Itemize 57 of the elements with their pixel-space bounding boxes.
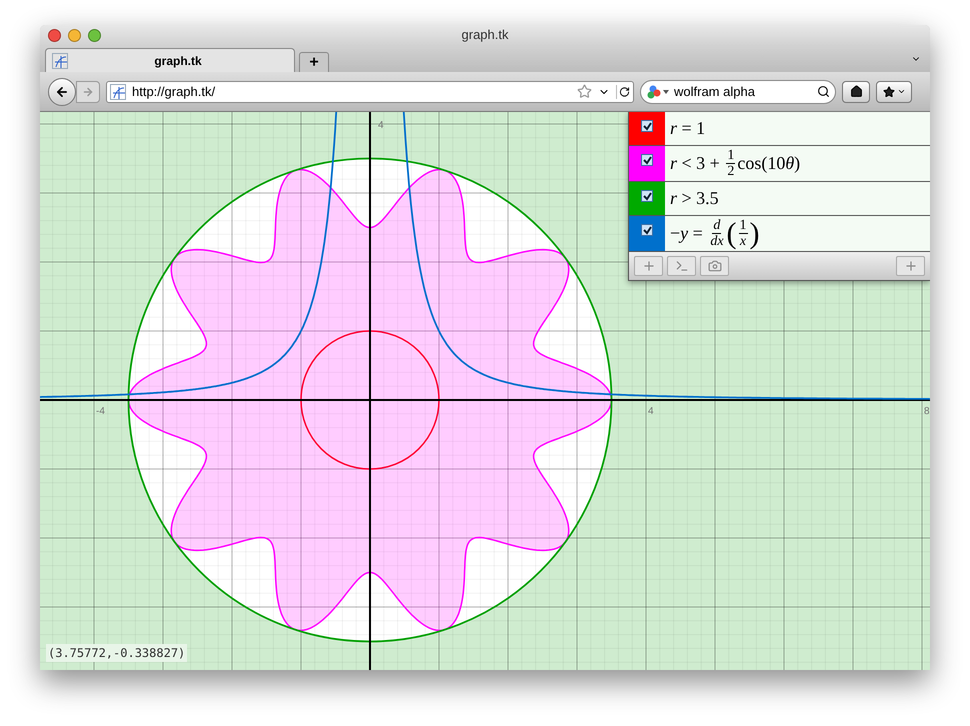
fraction-numerator: 1 bbox=[738, 218, 748, 234]
parenthesis: ) bbox=[750, 218, 760, 248]
home-button[interactable] bbox=[842, 80, 870, 102]
equation-text: r > 3.5 bbox=[670, 187, 719, 210]
checkbox[interactable] bbox=[641, 120, 653, 132]
color-swatch[interactable] bbox=[629, 182, 665, 215]
bookmarks-button[interactable] bbox=[876, 80, 912, 102]
window-control-icon[interactable] bbox=[68, 28, 81, 42]
url-text: http://graph.tk/ bbox=[132, 82, 216, 101]
home-icon bbox=[850, 85, 862, 98]
address-bar[interactable]: http://graph.tk/ bbox=[106, 80, 634, 102]
window-title: graph.tk bbox=[462, 26, 508, 44]
graph-icon bbox=[52, 52, 68, 68]
checkbox[interactable] bbox=[641, 224, 653, 236]
equation-text: r < 3 + bbox=[670, 152, 721, 175]
caret-icon bbox=[896, 87, 906, 96]
camera-button[interactable] bbox=[700, 256, 729, 276]
fraction-denominator: x bbox=[738, 234, 748, 249]
color-swatch[interactable] bbox=[629, 112, 665, 145]
search-engine-icon[interactable] bbox=[646, 84, 670, 100]
add-button[interactable] bbox=[896, 256, 925, 276]
back-arrow-icon bbox=[55, 84, 69, 98]
search-field[interactable]: wolfram alpha bbox=[640, 80, 836, 104]
browser-tab[interactable]: graph.tk bbox=[45, 48, 295, 72]
equation-text: −y = bbox=[670, 222, 704, 245]
search-icon[interactable] bbox=[817, 85, 830, 98]
graph-icon bbox=[110, 84, 126, 100]
checkbox[interactable] bbox=[641, 154, 653, 166]
reload-icon[interactable] bbox=[616, 84, 630, 98]
star-icon bbox=[882, 86, 894, 98]
forward-arrow-icon bbox=[82, 86, 94, 98]
fraction-denominator: dx bbox=[709, 234, 725, 249]
console-button[interactable] bbox=[667, 256, 696, 276]
window-control-icon[interactable] bbox=[48, 28, 61, 42]
color-swatch[interactable] bbox=[629, 146, 665, 181]
coordinate-readout: (3.75772,-0.338827) bbox=[46, 644, 188, 662]
fraction-denominator: 2 bbox=[726, 164, 736, 179]
equation-variable: θ bbox=[785, 152, 794, 175]
bookmark-star-icon[interactable] bbox=[577, 84, 592, 99]
add-button[interactable] bbox=[634, 256, 663, 276]
window-control-icon[interactable] bbox=[88, 28, 101, 42]
fraction-numerator: 1 bbox=[726, 148, 736, 164]
tab-label: graph.tk bbox=[153, 52, 203, 70]
parenthesis: ( bbox=[726, 218, 737, 248]
search-value: wolfram alpha bbox=[674, 82, 756, 101]
back-button[interactable] bbox=[48, 78, 76, 106]
equation-text: r = 1 bbox=[670, 117, 706, 140]
plus-icon bbox=[642, 259, 656, 273]
new-tab-button[interactable]: + bbox=[299, 52, 329, 72]
equation-text: cos(10 bbox=[737, 152, 786, 175]
plus-icon bbox=[904, 259, 918, 273]
fraction-numerator: d bbox=[712, 218, 722, 234]
terminal-icon bbox=[674, 259, 688, 273]
equation-text: ) bbox=[794, 152, 800, 175]
checkbox[interactable] bbox=[641, 190, 653, 202]
color-swatch[interactable] bbox=[629, 216, 665, 251]
camera-icon bbox=[708, 259, 722, 273]
